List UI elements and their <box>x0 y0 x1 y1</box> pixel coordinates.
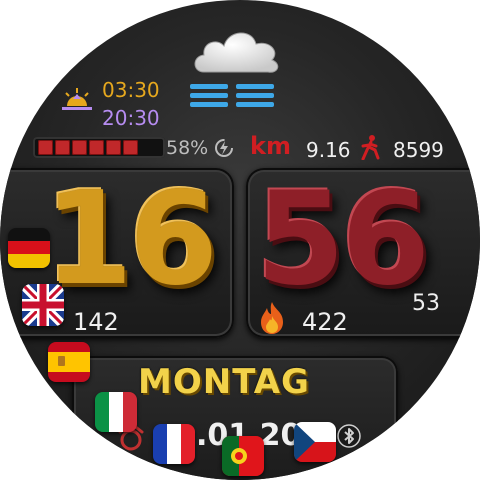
charging-bolt-icon <box>215 139 233 157</box>
flame-icon <box>261 302 283 334</box>
battery-percent: 58% <box>166 137 209 159</box>
battery-segment <box>72 140 87 155</box>
hour-digits: 16 <box>44 165 218 314</box>
calories-value: 422 <box>302 308 348 336</box>
battery-segment <box>123 140 138 155</box>
battery-segment <box>106 140 121 155</box>
steps-value: 8599 <box>393 138 444 162</box>
flag-spain-icon[interactable] <box>48 342 90 382</box>
fog-lines-icon <box>190 84 274 107</box>
seconds-value: 53 <box>412 291 440 316</box>
watch-face: 03:30 20:30 58% km 9.16 8599 16 56 53 14… <box>0 0 480 480</box>
flag-germany-icon[interactable] <box>8 228 50 268</box>
battery-segment <box>38 140 53 155</box>
flag-france-icon[interactable] <box>153 424 195 464</box>
sunrise-time: 03:30 <box>102 78 160 102</box>
minute-digits: 56 <box>256 165 430 314</box>
sunset-time: 20:30 <box>102 106 160 130</box>
heart-rate-value: 142 <box>73 308 119 336</box>
battery-segment <box>89 140 104 155</box>
battery-segment <box>55 140 70 155</box>
flag-portugal-icon[interactable] <box>222 436 264 476</box>
flag-uk-icon[interactable] <box>22 284 64 326</box>
walking-person-icon <box>361 135 380 160</box>
flag-czech-icon[interactable] <box>294 422 336 462</box>
weekday-label: MONTAG <box>138 362 310 402</box>
distance-value: 9.16 <box>306 138 351 162</box>
distance-unit: km <box>250 132 291 160</box>
bluetooth-icon <box>337 424 361 448</box>
cloud-icon[interactable] <box>190 26 282 76</box>
flag-italy-icon[interactable] <box>95 392 137 432</box>
sunrise-sunset-icon <box>62 88 92 110</box>
